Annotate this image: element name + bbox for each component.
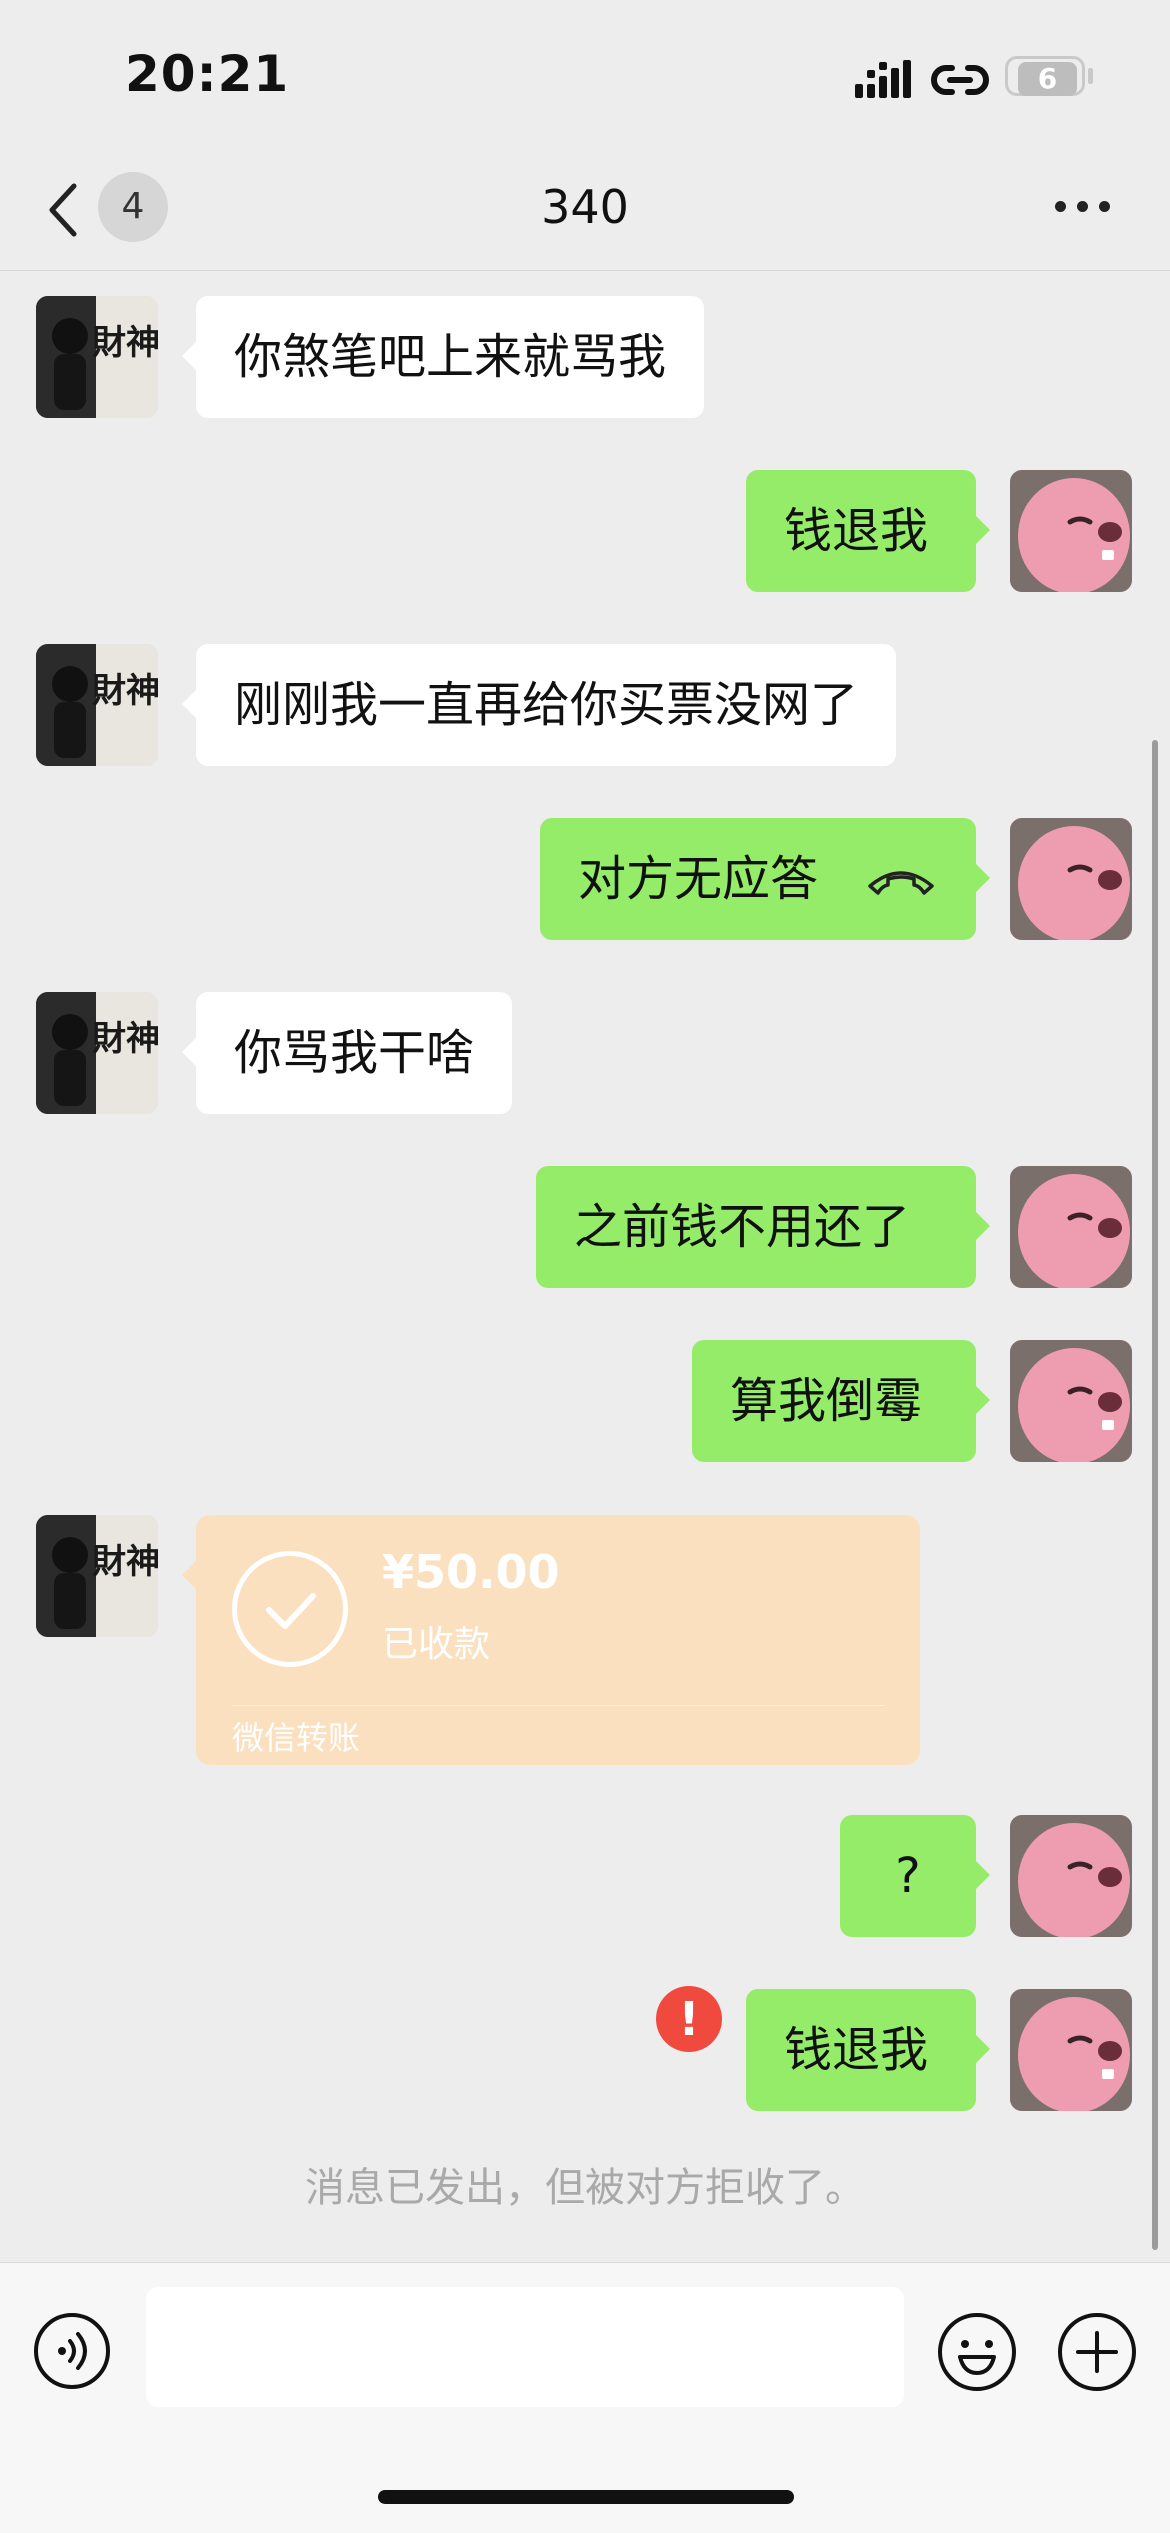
contact-avatar[interactable]: 財神 (36, 992, 158, 1114)
transfer-label: 微信转账 (232, 1719, 361, 1757)
contact-avatar-image: 財神 (36, 296, 158, 418)
message-input[interactable] (146, 2287, 904, 2407)
battery-level: 6 (1018, 62, 1077, 96)
my-avatar-image (1010, 1815, 1132, 1937)
transfer-divider (232, 1705, 884, 1706)
svg-text:財神: 財神 (92, 323, 158, 363)
transfer-amount: ¥50.00 (382, 1545, 560, 1599)
contact-avatar[interactable]: 財神 (36, 1515, 158, 1637)
call-record-bubble[interactable]: 对方无应答 (540, 818, 990, 940)
transfer-status: 已收款 (382, 1624, 491, 1665)
my-avatar[interactable] (1010, 1989, 1132, 2111)
message-bubble-incoming[interactable]: 你骂我干啥 (181, 992, 513, 1114)
my-avatar[interactable] (1010, 470, 1132, 592)
my-avatar[interactable] (1010, 1815, 1132, 1937)
voice-input-icon[interactable] (32, 2311, 112, 2391)
svg-text:財神: 財神 (92, 1542, 158, 1582)
battery-icon: 6 (1005, 56, 1085, 96)
add-more-icon[interactable] (1056, 2311, 1138, 2393)
my-avatar-image (1010, 1989, 1132, 2111)
contact-avatar-image: 財神 (36, 1515, 158, 1637)
svg-text:財神: 財神 (92, 1019, 158, 1059)
my-avatar[interactable] (1010, 818, 1132, 940)
message-bubble-outgoing[interactable]: 钱退我 (746, 470, 990, 592)
more-options-icon[interactable] (1055, 195, 1115, 217)
message-bubble-outgoing[interactable]: ? (840, 1815, 990, 1937)
signal-icon (855, 60, 911, 98)
svg-text:財神: 財神 (92, 671, 158, 711)
emoji-icon[interactable] (936, 2311, 1018, 2393)
battery-cap (1088, 68, 1093, 84)
my-avatar[interactable] (1010, 1166, 1132, 1288)
message-bubble-incoming[interactable]: 你煞笔吧上来就骂我 (181, 296, 705, 418)
my-avatar[interactable] (1010, 1340, 1132, 1462)
chat-title: 340 (541, 180, 629, 234)
my-avatar-image (1010, 1340, 1132, 1462)
system-notice: 消息已发出，但被对方拒收了。 (305, 2165, 865, 2211)
contact-avatar-image: 財神 (36, 644, 158, 766)
call-record-text: 对方无应答 (578, 851, 819, 907)
my-avatar-image (1010, 1166, 1132, 1288)
status-bar: 20:21 6 (0, 0, 1170, 150)
contact-avatar[interactable]: 財神 (36, 644, 158, 766)
hang-up-phone-icon (868, 871, 934, 895)
transfer-card[interactable]: ¥50.00 已收款 微信转账 (182, 1515, 920, 1765)
my-avatar-image (1010, 470, 1132, 592)
my-avatar-image (1010, 818, 1132, 940)
message-bubble-incoming[interactable]: 刚刚我一直再给你买票没网了 (181, 644, 897, 766)
message-bubble-outgoing[interactable]: 钱退我 (746, 1989, 990, 2111)
contact-avatar-image: 財神 (36, 992, 158, 1114)
status-time: 20:21 (125, 45, 290, 103)
message-bubble-outgoing[interactable]: 之前钱不用还了 (536, 1166, 990, 1288)
home-indicator[interactable] (378, 2490, 794, 2504)
send-failed-icon[interactable]: ! (656, 1986, 722, 2052)
checkmark-icon (232, 1551, 348, 1667)
contact-avatar[interactable]: 財神 (36, 296, 158, 418)
message-bubble-outgoing[interactable]: 算我倒霉 (692, 1340, 990, 1462)
scrollbar[interactable] (1152, 740, 1158, 2250)
link-icon (931, 65, 989, 95)
